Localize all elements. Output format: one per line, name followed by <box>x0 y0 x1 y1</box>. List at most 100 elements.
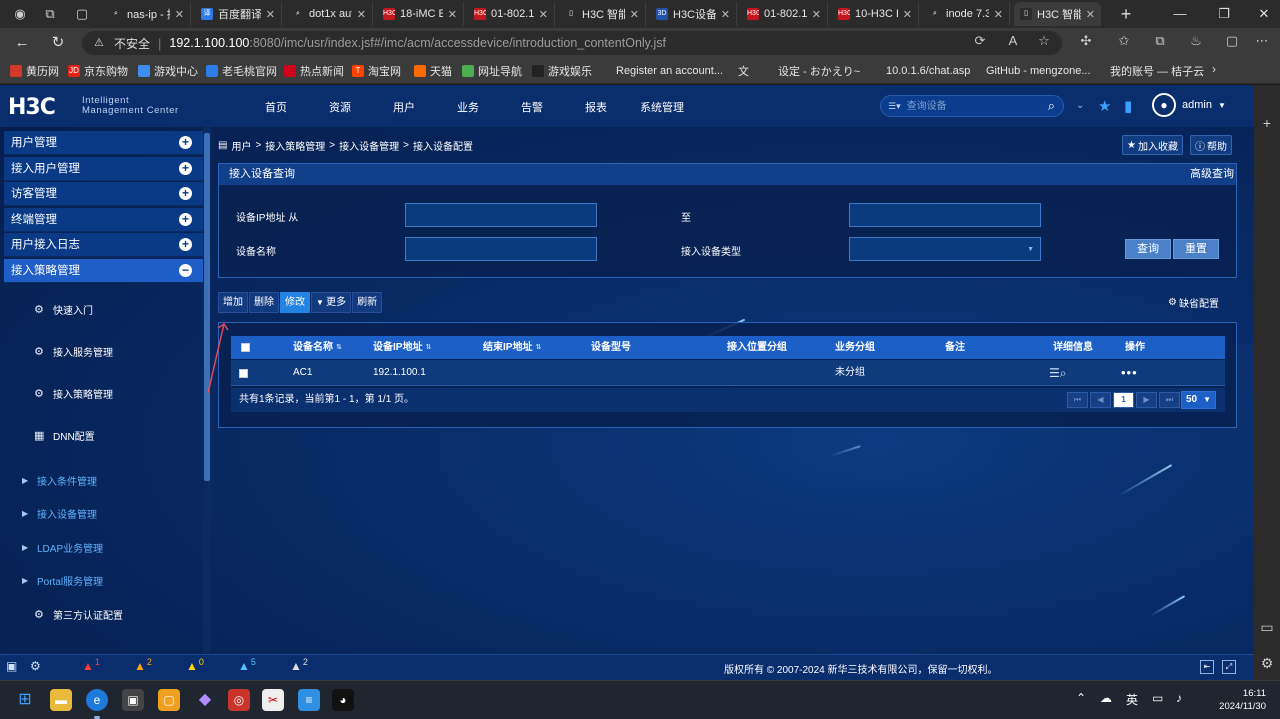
select-all-checkbox[interactable] <box>241 343 250 352</box>
breadcrumb-item[interactable]: 接入设备管理 <box>339 138 399 153</box>
restore-button[interactable]: ❐ <box>1204 0 1244 28</box>
read-aloud-icon[interactable]: A <box>1003 31 1023 51</box>
favorites-icon[interactable]: ✩ <box>1114 31 1134 51</box>
device-search[interactable]: ☰▾ ⌕ <box>880 95 1064 117</box>
scrollbar-thumb[interactable] <box>204 133 210 481</box>
search-filter-icon[interactable]: ☰▾ <box>888 101 901 112</box>
sidebar-settings-icon[interactable]: ⚙ <box>1257 653 1277 673</box>
sidebar-section[interactable]: 用户管理 + <box>4 131 203 155</box>
column-header[interactable]: 结束IP地址 ⇅ <box>483 336 541 359</box>
alert-counter[interactable]: ▲ 5 <box>238 657 256 673</box>
search-icon[interactable]: ⌕ <box>1048 98 1055 114</box>
tools-app-icon[interactable]: ✂ <box>262 689 284 711</box>
address-bar[interactable]: ⚠ 不安全 | 192.1.100.100 :8080/imc/usr/inde… <box>82 31 1062 55</box>
bookmark-item[interactable]: GitHub - mengzone... <box>970 63 1091 79</box>
browser-tab[interactable]: 3D H3C设备 ✕ <box>650 2 737 26</box>
nav-item[interactable]: 报表 <box>585 99 607 115</box>
volume-icon[interactable]: ♪ <box>1176 691 1182 705</box>
close-icon[interactable]: ✕ <box>630 8 639 21</box>
bookmark-item[interactable]: 我的账号 — 桔子云 <box>1094 63 1204 79</box>
copilot-icon[interactable]: ♨ <box>1186 31 1206 51</box>
restore-panel-icon[interactable]: ⇤ <box>1200 660 1214 674</box>
breadcrumb-item[interactable]: 接入策略管理 <box>265 138 325 153</box>
bookmark-icon[interactable]: ▮ <box>1124 97 1132 115</box>
sidebar-subitem[interactable]: ⚙ 接入服务管理 <box>4 330 203 372</box>
extensions-icon[interactable]: ✣ <box>1076 31 1096 51</box>
browser-tab[interactable]: H3C 01-802.1X ✕ <box>741 2 828 26</box>
close-icon[interactable]: ✕ <box>721 8 730 21</box>
sidebar-section[interactable]: 访客管理 + <box>4 182 203 206</box>
expand-icon[interactable]: + <box>179 161 192 175</box>
edge-icon[interactable]: e <box>86 689 108 711</box>
more-actions-icon[interactable]: ••• <box>1121 360 1138 386</box>
bookmark-item[interactable]: 10.0.1.6/chat.asp <box>870 63 970 79</box>
first-page-button[interactable]: ⏮ <box>1067 392 1088 408</box>
sidebar-add-icon[interactable]: + <box>1257 113 1277 133</box>
current-page[interactable]: 1 <box>1113 392 1134 408</box>
network-icon[interactable]: ▭ <box>1152 691 1163 705</box>
new-tab-button[interactable]: + <box>1116 4 1136 24</box>
crystal-app-icon[interactable]: ◆ <box>194 689 216 711</box>
sidebar-tree-item[interactable]: ▶ 接入条件管理 <box>4 470 203 490</box>
advanced-query-link[interactable]: 高级查询 <box>1190 164 1234 185</box>
add-favorite-button[interactable]: ★ 加入收藏 <box>1122 135 1183 155</box>
help-button[interactable]: ⓘ 帮助 <box>1190 135 1232 155</box>
sort-icon[interactable]: ⇅ <box>535 336 541 359</box>
toolbar-button[interactable]: 刷新 <box>352 292 383 313</box>
onedrive-icon[interactable]: ☁ <box>1100 691 1112 705</box>
alert-counter[interactable]: ▲ 0 <box>186 657 204 673</box>
close-window-button[interactable]: ✕ <box>1244 0 1280 28</box>
browser-sync-icon[interactable]: ▢ <box>1222 31 1242 51</box>
bookmark-item[interactable]: 网址导航 <box>462 63 522 79</box>
expand-icon[interactable]: + <box>179 187 192 200</box>
bookmark-item[interactable]: 黄历网 <box>10 63 59 79</box>
toolbar-button[interactable]: ▼ 更多 <box>311 292 352 313</box>
close-icon[interactable]: ✕ <box>994 8 1003 21</box>
toolbar-button[interactable]: 修改 <box>280 292 310 313</box>
expand-icon[interactable]: + <box>179 212 192 226</box>
column-header[interactable]: 设备名称 ⇅ <box>293 336 342 359</box>
more-menu-icon[interactable]: ⋯ <box>1252 31 1272 51</box>
minimize-button[interactable]: — <box>1160 0 1200 28</box>
breadcrumb-item[interactable]: 用户 <box>231 138 251 153</box>
nav-item[interactable]: 资源 <box>329 99 351 115</box>
alert-counter[interactable]: ▲ 2 <box>134 657 152 673</box>
sidebar-subitem[interactable]: ▦ DNN配置 <box>4 414 203 456</box>
tray-expand-icon[interactable]: ⌃ <box>1076 691 1086 705</box>
bookmark-item[interactable]: 游戏娱乐 <box>532 63 592 79</box>
nav-item[interactable]: 用户 <box>393 99 415 115</box>
close-icon[interactable]: ✕ <box>448 8 457 21</box>
window-list-icon[interactable]: ▣ <box>6 659 17 673</box>
ip-to-input[interactable] <box>849 203 1041 227</box>
network-app-icon[interactable]: ◎ <box>228 689 250 711</box>
default-config-button[interactable]: ⚙ 缺省配置 <box>1168 295 1219 310</box>
tab-actions-icon[interactable]: ▢ <box>72 4 92 24</box>
device-type-select[interactable]: ▼ <box>849 237 1041 261</box>
detail-icon[interactable]: ☰⌕ <box>1049 360 1066 386</box>
row-checkbox[interactable] <box>239 369 248 378</box>
bookmark-item[interactable]: 天猫 <box>414 63 452 79</box>
sort-icon[interactable]: ⇅ <box>425 336 431 359</box>
bookmark-item[interactable]: 文 <box>722 63 749 79</box>
start-icon[interactable]: ⊞ <box>14 689 36 711</box>
alert-counter[interactable]: ▲ 2 <box>290 657 308 673</box>
clock[interactable]: 16:11 2024/11/30 <box>1218 687 1266 713</box>
task-view-icon[interactable]: ▣ <box>122 689 144 711</box>
expand-icon[interactable]: ⌄ <box>1076 100 1084 111</box>
sidebar-subitem[interactable]: ⚙ 接入策略管理 <box>4 372 203 414</box>
next-page-button[interactable]: ▶ <box>1136 392 1157 408</box>
sort-icon[interactable]: ⇅ <box>336 336 342 359</box>
settings-icon[interactable]: ⚙ <box>30 659 41 673</box>
toolbar-button[interactable]: 删除 <box>249 292 279 313</box>
close-icon[interactable]: ✕ <box>812 8 821 21</box>
bookmark-item[interactable]: T 淘宝网 <box>352 63 401 79</box>
app-icon[interactable]: ▢ <box>158 689 180 711</box>
refresh-icon[interactable]: ↻ <box>48 33 68 53</box>
bookmark-item[interactable]: Register an account... <box>600 63 723 79</box>
browser-tab[interactable]: 译百度翻译 ✕ <box>195 2 282 26</box>
user-menu[interactable]: ● admin ▼ <box>1152 93 1226 117</box>
browser-tab[interactable]: ▯ H3C 智能 ✕ <box>1014 2 1101 26</box>
close-icon[interactable]: ✕ <box>357 8 366 21</box>
sidebar-tree-item[interactable]: ▶ 接入设备管理 <box>4 504 203 524</box>
column-header[interactable]: 设备IP地址 ⇅ <box>373 336 431 359</box>
